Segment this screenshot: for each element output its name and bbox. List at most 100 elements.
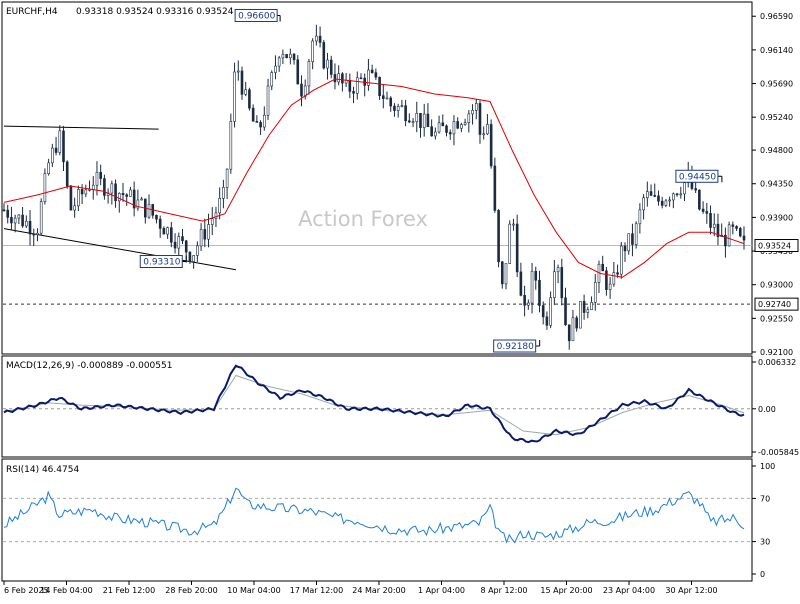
candle-body <box>679 193 683 196</box>
candle-body <box>62 130 65 163</box>
time-tick-label: 17 Mar 12:00 <box>290 586 343 595</box>
candle-body <box>426 113 430 128</box>
candle-body <box>493 165 497 211</box>
candle <box>355 71 359 100</box>
candle-body <box>605 270 608 290</box>
candle <box>181 228 184 245</box>
time-tick-label: 21 Feb 12:00 <box>103 586 155 595</box>
candle <box>724 227 727 258</box>
candle-body <box>225 168 229 188</box>
candle <box>114 179 117 208</box>
candle-body <box>80 189 84 195</box>
candle-body <box>482 133 485 136</box>
candle-body <box>631 233 634 245</box>
candle-body <box>95 171 99 186</box>
candle <box>619 241 623 279</box>
candle-body <box>303 85 307 97</box>
candle <box>129 186 132 197</box>
candle <box>21 206 24 228</box>
current-price-tag: 0.93524 <box>754 239 799 253</box>
candle <box>289 48 292 65</box>
candle-body <box>140 198 143 201</box>
candle <box>631 223 634 257</box>
candle-body <box>73 205 76 211</box>
chart-svg[interactable]: Action Forex EURCHF,H4 0.93318 0.93524 0… <box>0 0 800 600</box>
candle <box>627 233 631 255</box>
candle <box>274 55 277 80</box>
panel-frames <box>1 1 753 582</box>
candle-body <box>77 189 80 207</box>
candle <box>43 168 47 205</box>
candle <box>452 115 456 146</box>
candle-body <box>69 185 73 211</box>
ohlc-header: 0.93318 0.93524 0.93316 0.93524 <box>76 7 234 17</box>
time-tick-label: 8 Apr 12:00 <box>480 586 527 595</box>
candle <box>675 192 679 197</box>
price-tick-label: 0.94800 <box>760 146 793 155</box>
candle <box>381 84 385 109</box>
candle-body <box>2 209 6 212</box>
candle-body <box>99 171 102 179</box>
candle <box>296 55 300 85</box>
candle-body <box>575 317 578 329</box>
candle <box>534 266 538 290</box>
candle <box>482 126 485 140</box>
candle-body <box>452 121 456 135</box>
candle-body <box>199 229 203 247</box>
macd-tick-label: 0.00 <box>758 405 776 414</box>
candle-body <box>672 193 675 201</box>
candle-body <box>500 261 504 285</box>
candle <box>162 226 166 235</box>
candle <box>51 143 54 168</box>
candle-body <box>460 124 463 129</box>
forex-chart[interactable]: Action Forex EURCHF,H4 0.93318 0.93524 0… <box>0 0 800 600</box>
candle <box>597 260 601 293</box>
candle <box>25 215 28 229</box>
candle <box>88 180 91 192</box>
candle-body <box>281 54 285 59</box>
candle <box>218 187 221 220</box>
candle <box>430 119 433 137</box>
candle-body <box>660 200 664 206</box>
candle <box>508 220 512 264</box>
candle <box>567 324 571 350</box>
candle <box>471 104 474 125</box>
candle <box>352 86 355 104</box>
support-label: 0.92740 <box>758 300 791 309</box>
candle <box>556 264 560 284</box>
candle-body <box>248 89 251 109</box>
candle-body <box>91 184 95 190</box>
candle <box>605 266 608 296</box>
candle-body <box>534 270 538 281</box>
candle <box>515 214 519 278</box>
candle-body <box>694 188 697 191</box>
candle-body <box>289 53 292 59</box>
candle <box>10 206 13 230</box>
candle <box>564 287 567 326</box>
candle <box>441 114 445 127</box>
candle <box>91 176 95 200</box>
candle <box>140 196 143 201</box>
candle-body <box>419 112 422 128</box>
candle-body <box>463 122 467 125</box>
candle-body <box>385 97 389 100</box>
candle-body <box>13 217 17 224</box>
candle <box>203 218 207 248</box>
candle-body <box>374 72 378 78</box>
candle <box>222 179 225 209</box>
candle <box>497 209 500 268</box>
candle-body <box>251 107 255 122</box>
candle-body <box>411 121 415 124</box>
price-tick-label: 0.93000 <box>760 281 793 290</box>
candle-body <box>698 189 701 210</box>
candle-body <box>58 130 62 153</box>
time-tick-label: 14 Feb 04:00 <box>40 586 92 595</box>
candle <box>132 181 136 217</box>
candle <box>489 119 493 169</box>
candle <box>151 203 155 219</box>
candle <box>683 181 686 202</box>
candle <box>504 263 508 290</box>
candle <box>486 114 489 136</box>
candle-body <box>653 195 657 197</box>
candle-body <box>188 251 192 262</box>
